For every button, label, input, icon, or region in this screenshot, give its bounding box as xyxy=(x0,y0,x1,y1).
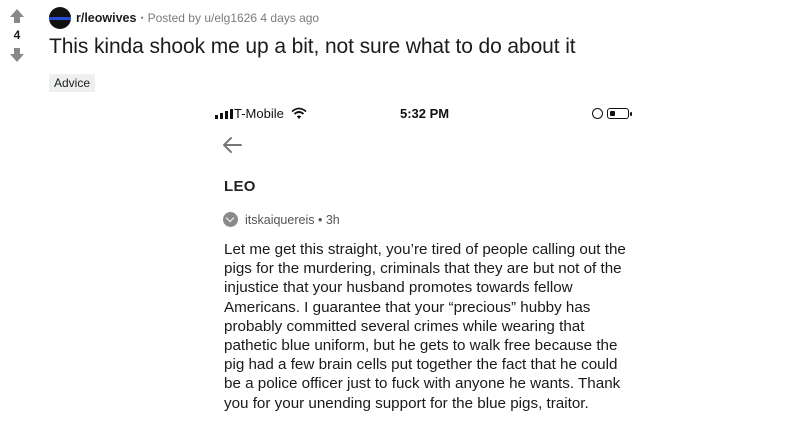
post-flair[interactable]: Advice xyxy=(49,74,96,92)
comment-separator: • xyxy=(314,212,326,227)
avatar-chevron-icon xyxy=(223,212,238,227)
post-age: 4 days ago xyxy=(260,11,320,25)
comment-author[interactable]: itskaiquereis xyxy=(245,213,314,227)
posted-by-label: Posted by xyxy=(147,11,201,25)
carrier-label: T-Mobile xyxy=(234,106,284,121)
rotation-lock-icon xyxy=(592,108,603,119)
author-link[interactable]: u/elg1626 xyxy=(204,11,257,25)
vote-score: 4 xyxy=(13,28,21,42)
battery-icon xyxy=(607,108,632,119)
comment-author-row: itskaiquereis • 3h xyxy=(223,212,340,227)
post-meta: r/leowives • Posted by u/elg1626 4 days … xyxy=(49,6,319,30)
subreddit-icon[interactable] xyxy=(49,7,71,29)
meta-separator: • xyxy=(140,13,144,23)
vote-column: 4 xyxy=(6,6,28,65)
signal-bars-icon xyxy=(215,109,233,119)
downvote-arrow-icon[interactable] xyxy=(6,45,28,65)
back-arrow-icon[interactable] xyxy=(221,134,245,156)
comment-age: 3h xyxy=(325,212,340,227)
phone-status-bar: T-Mobile 5:32 PM xyxy=(215,106,635,124)
comment-body: Let me get this straight, you’re tired o… xyxy=(224,241,626,412)
upvote-arrow-icon[interactable] xyxy=(6,6,28,26)
wifi-icon xyxy=(291,107,307,119)
group-name: LEO xyxy=(224,178,256,195)
post-title[interactable]: This kinda shook me up a bit, not sure w… xyxy=(49,35,576,59)
embedded-screenshot[interactable]: T-Mobile 5:32 PM LEO itskaiquereis • 3h … xyxy=(201,98,641,437)
subreddit-link[interactable]: r/leowives xyxy=(76,11,136,25)
phone-time: 5:32 PM xyxy=(400,106,450,121)
